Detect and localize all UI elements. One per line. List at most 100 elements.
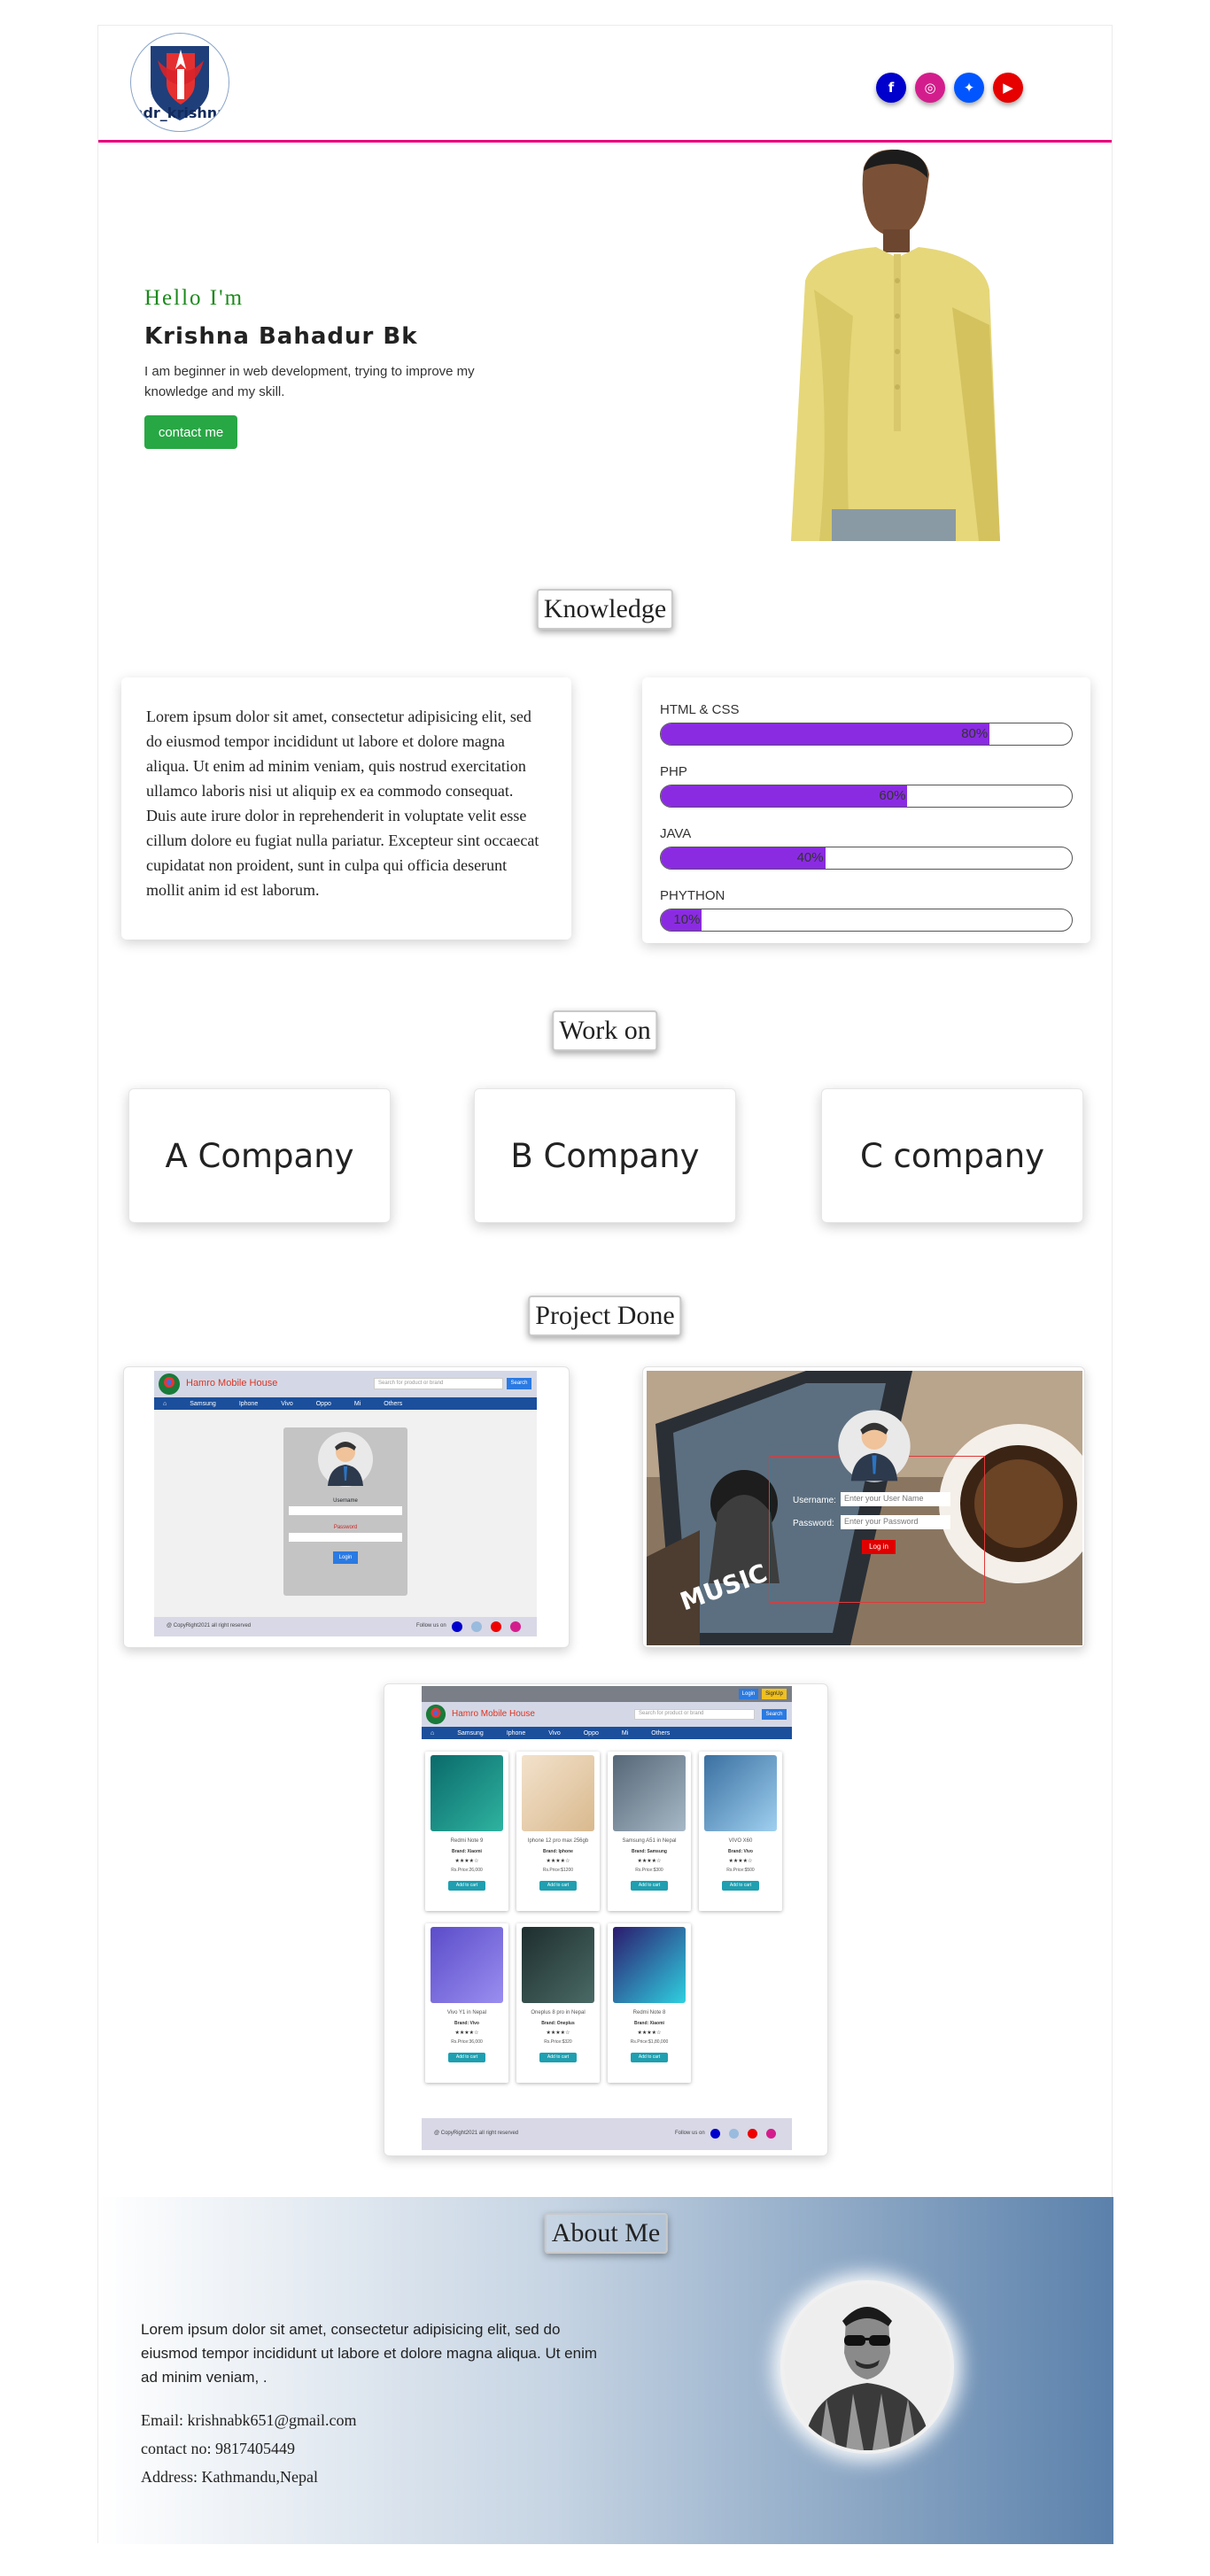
about-email: Email: krishnabk651@gmail.com xyxy=(141,2411,357,2429)
p3-signup-button[interactable]: SignUp xyxy=(762,1689,787,1699)
p3-home-icon[interactable]: ⌂ xyxy=(430,1730,434,1737)
product-title: Redmi Note 9 xyxy=(450,1838,484,1844)
youtube-icon[interactable]: ▶ xyxy=(993,73,1023,103)
p3-site-name: Hamro Mobile House xyxy=(452,1709,535,1719)
p2-username-input[interactable]: Enter your User Name xyxy=(841,1492,950,1506)
skill-percent-label: 10% xyxy=(673,912,701,927)
about-phone: contact no: 9817405449 xyxy=(141,2440,295,2457)
product-brand: Brand: Samsung xyxy=(631,1849,667,1854)
rating-stars-icon: ★★★★☆ xyxy=(546,2031,570,2036)
project-music-login-screenshot[interactable]: MUSIC Username: Enter your User Name Pas… xyxy=(642,1366,1085,1648)
product-card[interactable]: Vivo Y1 in Nepal Brand: Vivo ★★★★☆ Rs.Price… xyxy=(425,1923,508,2083)
project-login-screenshot[interactable]: Hamro Mobile House Search for product or… xyxy=(123,1366,570,1648)
p3-nav-item[interactable]: Oppo xyxy=(584,1730,599,1737)
social-links: f ◎ ✦ ▶ xyxy=(876,73,1023,103)
p1-facebook-icon xyxy=(452,1621,462,1632)
p1-nav-item[interactable]: Iphone xyxy=(239,1401,258,1407)
skill-progress-bar: 40% xyxy=(660,847,1073,870)
company-card-a: A Company xyxy=(128,1088,391,1223)
p3-search-input[interactable]: Search for product or brand xyxy=(634,1709,755,1720)
p1-search-button[interactable]: Search xyxy=(507,1378,531,1389)
add-to-cart-button[interactable]: Add to cart xyxy=(539,1881,577,1891)
p1-twitter-icon xyxy=(471,1621,482,1632)
p2-password-label: Password: xyxy=(793,1519,834,1528)
project-shop-screenshot[interactable]: Login SignUp Hamro Mobile House Search f… xyxy=(384,1683,828,2156)
p1-nav-item[interactable]: Mi xyxy=(354,1401,361,1407)
p3-youtube-icon xyxy=(748,2129,757,2139)
rating-stars-icon: ★★★★☆ xyxy=(637,1859,662,1864)
product-card[interactable]: Iphone 12 pro max 256gb Brand: Iphone ★★★★… xyxy=(516,1752,600,1911)
skills-card: HTML & CSS 80% PHP 60% JAVA 40% PHYTHON 10% xyxy=(642,677,1090,943)
product-image xyxy=(430,1755,503,1831)
skill-item: PHYTHON 10% xyxy=(660,888,1073,932)
p3-topstrip: Login SignUp xyxy=(422,1686,792,1702)
contact-me-button[interactable]: contact me xyxy=(144,415,237,449)
add-to-cart-button[interactable]: Add to cart xyxy=(631,1881,668,1891)
product-price: Rs.Price:$500 xyxy=(726,1868,755,1873)
skill-percent-label: 40% xyxy=(796,850,824,865)
p3-footer-copy: @ CopyRight2021 all right reserved xyxy=(434,2131,519,2136)
skill-item: HTML & CSS 80% xyxy=(660,702,1073,746)
add-to-cart-button[interactable]: Add to cart xyxy=(448,1881,485,1891)
facebook-icon[interactable]: f xyxy=(876,73,906,103)
add-to-cart-button[interactable]: Add to cart xyxy=(448,2053,485,2062)
site-logo[interactable]: hdr_krishna xyxy=(130,33,229,132)
instagram-icon[interactable]: ◎ xyxy=(915,73,945,103)
p1-nav-item[interactable]: Vivo xyxy=(281,1401,293,1407)
add-to-cart-button[interactable]: Add to cart xyxy=(722,1881,759,1891)
p1-login-button[interactable]: Login xyxy=(333,1551,358,1564)
p2-login-button[interactable]: Log in xyxy=(862,1540,896,1554)
skill-percent-label: 60% xyxy=(879,788,906,803)
product-card[interactable]: Samsung A51 in Nepal Brand: Samsung ★★★★☆ R… xyxy=(608,1752,691,1911)
p1-home-icon[interactable]: ⌂ xyxy=(163,1401,167,1407)
p3-frame: Login SignUp Hamro Mobile House Search f… xyxy=(422,1686,792,2154)
p1-password-input[interactable] xyxy=(289,1533,402,1542)
product-brand: Brand: Vivo xyxy=(454,2021,479,2026)
about-title: About Me xyxy=(544,2213,668,2254)
p1-nav-item[interactable]: Samsung xyxy=(190,1401,216,1407)
portfolio-page: hdr_krishna f ◎ ✦ ▶ Hello I'm Krishna Bahad… xyxy=(97,25,1113,2544)
skill-percent-label: 80% xyxy=(961,726,989,741)
p1-footer: @ CopyRight2021 all right reserved Follo… xyxy=(154,1617,537,1636)
p3-nav-item[interactable]: Samsung xyxy=(457,1730,484,1737)
product-card[interactable]: Redmi Note 8 Brand: Xiaomi ★★★★☆ Rs.Price:$… xyxy=(608,1923,691,2083)
product-title: Vivo Y1 in Nepal xyxy=(446,2010,487,2015)
p3-nav-item[interactable]: Others xyxy=(651,1730,670,1737)
skill-progress-fill xyxy=(661,723,990,745)
add-to-cart-button[interactable]: Add to cart xyxy=(539,2053,577,2062)
product-brand: Brand: Iphone xyxy=(543,1849,573,1854)
p3-footer-socials xyxy=(710,2129,776,2139)
p3-search-button[interactable]: Search xyxy=(762,1709,787,1720)
p3-nav-item[interactable]: Mi xyxy=(622,1730,628,1737)
product-card[interactable]: Oneplus 8 pro in Nepal Brand: Oneplus ★★★★… xyxy=(516,1923,600,2083)
p3-instagram-icon xyxy=(766,2129,776,2139)
p3-facebook-icon xyxy=(710,2129,720,2139)
p3-product-grid: Redmi Note 9 Brand: Xiaomi ★★★★☆ Rs.Price:2… xyxy=(422,1752,792,2106)
product-price: Rs.Price:$300 xyxy=(635,1868,663,1873)
p2-avatar-icon xyxy=(838,1410,911,1482)
product-card[interactable]: Redmi Note 9 Brand: Xiaomi ★★★★☆ Rs.Price:2… xyxy=(425,1752,508,1911)
add-to-cart-button[interactable]: Add to cart xyxy=(631,2053,668,2062)
skill-progress-fill xyxy=(661,785,908,807)
product-title: Samsung A51 in Nepal xyxy=(622,1838,677,1844)
product-image xyxy=(430,1927,503,2003)
product-image xyxy=(522,1755,594,1831)
p1-nav-item[interactable]: Oppo xyxy=(316,1401,331,1407)
product-price: Rs.Price:$1,80,000 xyxy=(630,2039,669,2045)
p1-topbar: Hamro Mobile House Search for product or… xyxy=(154,1371,537,1397)
p1-username-input[interactable] xyxy=(289,1506,402,1515)
product-card[interactable]: VIVO X60 Brand: Vivo ★★★★☆ Rs.Price:$500 Add… xyxy=(699,1752,782,1911)
p3-nav-item[interactable]: Vivo xyxy=(548,1730,561,1737)
skill-name: PHP xyxy=(660,764,687,779)
p3-nav-item[interactable]: Iphone xyxy=(507,1730,525,1737)
p1-avatar-icon xyxy=(318,1432,373,1487)
p3-login-button[interactable]: Login xyxy=(739,1689,758,1699)
p1-nav-item[interactable]: Others xyxy=(384,1401,402,1407)
product-title: VIVO X60 xyxy=(728,1838,753,1844)
twitter-icon[interactable]: ✦ xyxy=(954,73,984,103)
p2-password-input[interactable]: Enter your Password xyxy=(841,1515,950,1529)
skill-name: HTML & CSS xyxy=(660,702,740,717)
skill-item: JAVA 40% xyxy=(660,826,1073,870)
p1-search-input[interactable]: Search for product or brand xyxy=(374,1378,503,1389)
p1-frame: Hamro Mobile House Search for product or… xyxy=(154,1371,537,1636)
